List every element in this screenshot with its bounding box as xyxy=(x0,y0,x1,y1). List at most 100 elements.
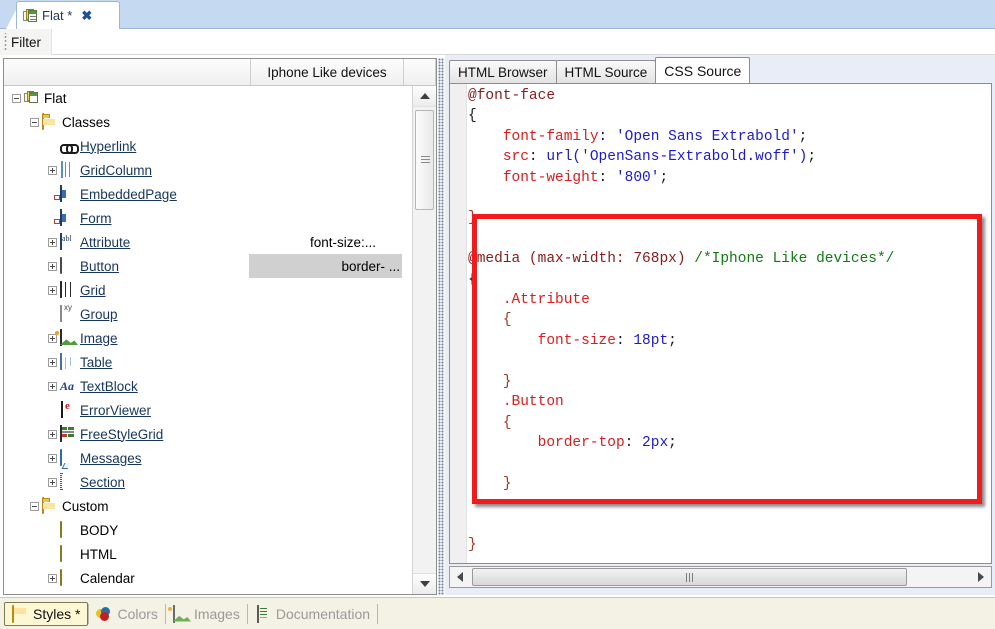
expand-plus-icon[interactable] xyxy=(48,237,57,247)
code-line: @font-face xyxy=(468,88,556,104)
collapse-minus-icon[interactable] xyxy=(12,93,21,103)
expand-plus-icon[interactable] xyxy=(48,573,57,583)
code-line: src: url('OpenSans-Extrabold.woff'); xyxy=(502,149,817,166)
tree-row-label[interactable]: GridColumn xyxy=(80,163,152,178)
code-line: .Attribute xyxy=(502,292,590,309)
tree-row-label: Calendar xyxy=(80,570,135,586)
expand-plus-icon[interactable] xyxy=(48,357,57,367)
tree-row-flat[interactable]: Flat xyxy=(4,86,412,110)
tree-row-table[interactable]: Table xyxy=(4,350,412,374)
colors-icon xyxy=(96,606,112,622)
tree-row-errorviewer[interactable]: e ErrorViewer xyxy=(4,398,412,422)
tree-row-hyperlink[interactable]: Hyperlink xyxy=(4,134,412,158)
column-header-iphone-like-devices[interactable]: Iphone Like devices xyxy=(251,59,404,85)
scroll-up-icon[interactable] xyxy=(413,86,436,107)
view-tab-images[interactable]: Images xyxy=(166,602,247,626)
tree-row-gridcolumn[interactable]: GridColumn xyxy=(4,158,412,182)
oval-tag-icon xyxy=(60,569,76,586)
tree-row-label[interactable]: Button xyxy=(80,259,119,274)
expand-plus-icon[interactable] xyxy=(48,477,57,487)
code-line: font-size: 18pt; xyxy=(537,332,677,349)
tree-row-label[interactable]: EmbeddedPage xyxy=(80,187,177,202)
image-icon xyxy=(172,604,189,623)
close-icon[interactable]: ✖ xyxy=(81,9,92,22)
scroll-down-icon[interactable] xyxy=(413,573,436,594)
tree-row-grid[interactable]: Grid xyxy=(4,278,412,302)
css-source-editor[interactable]: @font-face { font-family: 'Open Sans Extr… xyxy=(449,83,992,564)
filter-toolbar: Filter xyxy=(0,29,995,55)
tree-row-embeddedpage[interactable]: EmbeddedPage xyxy=(4,182,412,206)
collapse-minus-icon[interactable] xyxy=(30,501,39,511)
column-header-filler xyxy=(404,59,436,85)
filter-button[interactable]: Filter xyxy=(0,29,52,55)
tree-row-label[interactable]: Section xyxy=(80,475,125,490)
code-line: } xyxy=(468,536,477,553)
tree-row-form[interactable]: Form xyxy=(4,206,412,230)
tree-row-label[interactable]: Form xyxy=(80,211,112,226)
filter-label: Filter xyxy=(11,34,41,50)
expand-plus-icon[interactable] xyxy=(48,165,57,175)
scrollbar-thumb[interactable] xyxy=(415,110,434,210)
view-tab-styles-[interactable]: Styles * xyxy=(4,601,89,626)
tree-row-calendar[interactable]: Calendar xyxy=(4,566,412,590)
button-icon xyxy=(60,257,76,274)
tree-row-label[interactable]: FreeStyleGrid xyxy=(80,427,163,442)
tree-row-image[interactable]: Image xyxy=(4,326,412,350)
tree-row-freestylegrid[interactable]: FreeStyleGrid xyxy=(4,422,412,446)
tree-row-custom[interactable]: Custom xyxy=(4,494,412,518)
tree-row-label[interactable]: ErrorViewer xyxy=(80,403,151,418)
tree-vertical-scrollbar[interactable] xyxy=(412,86,436,594)
view-tab-colors[interactable]: Colors xyxy=(89,602,164,626)
document-tab-flat[interactable]: Flat * ✖ xyxy=(16,1,120,29)
tab-html-browser[interactable]: HTML Browser xyxy=(449,60,557,83)
scroll-left-icon[interactable] xyxy=(451,567,469,587)
collapse-minus-icon[interactable] xyxy=(30,117,39,127)
tree-row-label: Custom xyxy=(62,498,109,514)
code-line: } xyxy=(468,210,477,227)
tree-row-classes[interactable]: Classes xyxy=(4,110,412,134)
tree-row-attribute[interactable]: abl Attribute font-size:... xyxy=(4,230,412,254)
tree-row-textblock[interactable]: Aa TextBlock xyxy=(4,374,412,398)
tree-row-label[interactable]: Group xyxy=(80,307,118,322)
pane-splitter[interactable] xyxy=(438,58,444,595)
scroll-right-icon[interactable] xyxy=(972,567,990,587)
folder-icon xyxy=(42,497,58,514)
tree-row-button[interactable]: Button border- ... xyxy=(4,254,412,278)
tab-css-source[interactable]: CSS Source xyxy=(655,57,751,83)
tree-row-label[interactable]: Messages xyxy=(80,451,142,466)
tree-row-label[interactable]: Image xyxy=(80,331,118,346)
tree-row-html[interactable]: HTML xyxy=(4,542,412,566)
media-cell-attribute[interactable]: font-size:... xyxy=(310,230,378,254)
expand-plus-icon[interactable] xyxy=(48,261,57,271)
editor-horizontal-scrollbar[interactable] xyxy=(449,566,992,588)
tree-row-label[interactable]: TextBlock xyxy=(80,379,138,394)
hscrollbar-thumb[interactable] xyxy=(472,568,907,586)
abl-textbox-icon: abl xyxy=(60,233,76,250)
expand-plus-icon[interactable] xyxy=(48,453,57,463)
tree-row-body[interactable]: BODY xyxy=(4,518,412,542)
expand-plus-icon[interactable] xyxy=(48,381,57,391)
tree-row-section[interactable]: Section xyxy=(4,470,412,494)
media-cell-button[interactable]: border- ... xyxy=(249,254,402,278)
image-icon xyxy=(60,329,76,346)
drag-grip-icon[interactable] xyxy=(3,33,9,51)
expand-plus-icon[interactable] xyxy=(48,285,57,295)
tree-row-label[interactable]: Attribute xyxy=(80,235,130,250)
oval-tag-icon xyxy=(60,545,76,562)
code-line: { xyxy=(468,271,477,288)
tree-row-messages[interactable]: Messages xyxy=(4,446,412,470)
tree-row-group[interactable]: xy Group xyxy=(4,302,412,326)
tree-row-label[interactable]: Table xyxy=(80,355,112,370)
view-tab-documentation[interactable]: Documentation xyxy=(248,602,377,626)
tree-row-label[interactable]: Hyperlink xyxy=(80,139,136,154)
expand-plus-icon[interactable] xyxy=(48,429,57,439)
tree-row-label[interactable]: Grid xyxy=(80,283,106,298)
column-header-name[interactable] xyxy=(4,59,251,85)
tab-html-source[interactable]: HTML Source xyxy=(555,60,657,83)
folder-icon xyxy=(12,604,28,623)
css-code-text[interactable]: @font-face { font-family: 'Open Sans Extr… xyxy=(468,86,991,563)
code-line: { xyxy=(502,312,512,329)
